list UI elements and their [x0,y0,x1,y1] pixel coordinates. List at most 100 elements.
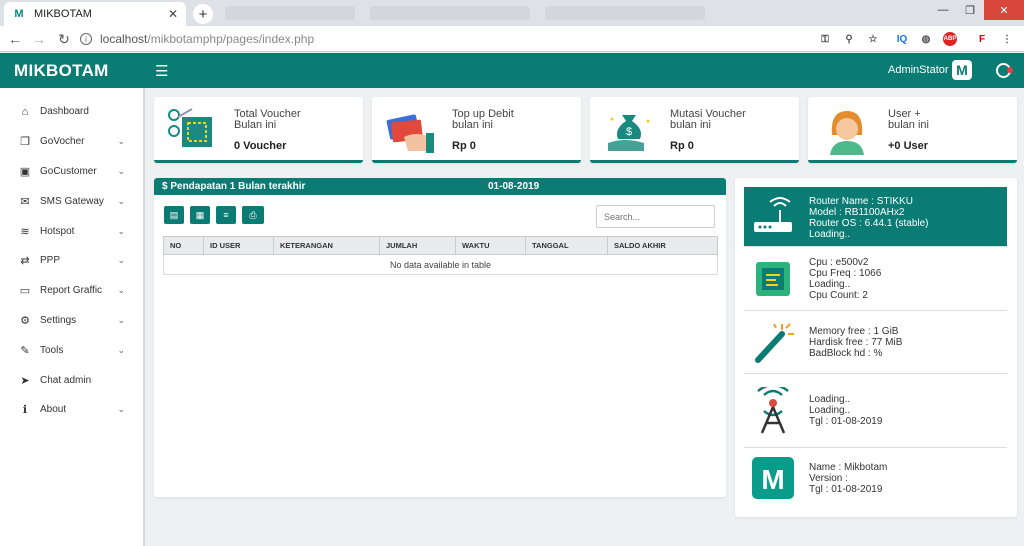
chevron-down-icon[interactable]: ⌄ [117,226,125,237]
card-subtitle: bulan ini [452,119,493,131]
user-avatar-icon [830,111,864,155]
sidebar-item-label: GoVocher [40,136,85,148]
info-icon: ℹ [22,404,28,417]
chevron-down-icon[interactable]: ⌄ [117,345,125,356]
sidebar-item-settings[interactable]: ⚙ Settings ⌄ [0,306,143,336]
router-model: Model : RB1100AHx2 [809,207,905,218]
panel-title: $ Pendapatan 1 Bulan terakhir [162,181,306,192]
iq-extension-icon[interactable]: IQ [895,32,909,46]
card-topup-debit: Top up Debit bulan ini Rp 0 [372,97,581,163]
exchange-icon: ⇄ [20,255,30,268]
sidebar-item-about[interactable]: ℹ About ⌄ [0,395,143,425]
table-row: No data available in table [163,254,718,275]
antenna-icon [757,387,789,434]
gears-icon: ⚙ [20,314,30,327]
url-path: /mikbotamphp/pages/index.php [147,32,315,46]
card-total-voucher: Total Voucher Bulan ini 0 Voucher [154,97,363,163]
sidebar-item-tools[interactable]: ✎ Tools ⌄ [0,335,143,365]
memory-info-item: Memory free : 1 GiB Hardisk free : 77 Mi… [744,312,1007,374]
column-header[interactable]: TANGGAL [525,236,608,255]
address-bar-row: ← → ↻ i localhost/mikbotamphp/pages/inde… [0,26,1024,52]
maximize-icon[interactable]: ❐ [957,0,983,20]
cpu-info-text: Cpu : e500v2 Cpu Freq : 1066 Loading.. C… [809,257,881,301]
chevron-down-icon[interactable]: ⌄ [117,285,125,296]
sidebar-item-dashboard[interactable]: ⌂ Dashboard [0,97,143,127]
wrench-icon: ✎ [20,344,30,357]
browser-tab-background[interactable] [545,6,705,20]
hamburger-menu-icon[interactable]: ☰ [155,62,168,80]
sidebar-item-ppp[interactable]: ⇄ PPP ⌄ [0,246,143,276]
minimize-icon[interactable]: — [930,0,956,20]
column-header[interactable]: ID USER [203,236,274,255]
site-info-icon[interactable]: i [80,33,92,45]
extension-icon[interactable]: F [975,32,989,46]
browser-tab-active[interactable]: M MIKBOTAM ✕ [4,2,186,26]
sidebar-item-chat-admin[interactable]: ➤ Chat admin [0,365,143,395]
disk-free: Hardisk free : 77 MiB [809,337,903,348]
url-field[interactable]: i localhost/mikbotamphp/pages/index.php [80,29,860,49]
network-status-1: Loading.. [809,394,851,405]
reload-icon[interactable]: ↻ [55,30,73,48]
network-info-item: Loading.. Loading.. Tgl : 01-08-2019 [744,375,1007,448]
column-header[interactable]: WAKTU [455,236,526,255]
chevron-down-icon[interactable]: ⌄ [117,136,125,147]
bookmark-star-icon[interactable]: ☆ [866,32,880,46]
cpu-load: Loading.. [809,279,851,290]
tab-close-icon[interactable]: ✕ [168,7,178,21]
adblock-extension-icon[interactable]: ABP [943,32,957,46]
forward-icon[interactable]: → [30,30,48,48]
browser-tab-background[interactable] [225,6,355,20]
card-user-plus: User + bulan ini +0 User [808,97,1017,163]
chevron-down-icon[interactable]: ⌄ [117,166,125,177]
url-host: localhost [100,32,148,46]
column-header[interactable]: JUMLAH [379,236,456,255]
card-value: +0 User [888,140,929,152]
envelope-icon: ✉ [20,195,30,208]
sidebar-item-hotspot[interactable]: ≋ Hotspot ⌄ [0,216,143,246]
user-avatar[interactable]: M [952,60,972,80]
app-version: Version : [809,473,848,484]
menu-kebab-icon[interactable]: ⋮ [1000,32,1014,46]
chevron-down-icon[interactable]: ⌄ [117,315,125,326]
zoom-icon[interactable]: ⚲ [842,32,856,46]
power-icon[interactable] [996,63,1013,78]
excel-export-button[interactable]: ▦ [190,206,210,224]
sidebar-item-govocher[interactable]: ❐ GoVocher ⌄ [0,127,143,157]
pdf-export-button[interactable]: ▤ [164,206,184,224]
cpu-count: Cpu Count: 2 [809,290,868,301]
income-panel-header: $ Pendapatan 1 Bulan terakhir 01-08-2019 [154,178,726,195]
window-close-icon[interactable]: ✕ [984,0,1024,20]
income-table: NO ID USER KETERANGAN JUMLAH WAKTU TANGG… [163,236,718,275]
column-header[interactable]: NO [163,236,204,255]
chevron-down-icon[interactable]: ⌄ [117,196,125,207]
key-icon[interactable]: ⚿ [818,32,832,46]
table-search-input[interactable] [596,205,715,228]
paper-plane-icon: ➤ [20,374,30,387]
brand-logo[interactable]: MIKBOTAM [14,61,109,81]
sidebar-item-label: Hotspot [40,225,75,237]
memory-free: Memory free : 1 GiB [809,326,899,337]
column-header[interactable]: SALDO AKHIR [607,236,718,255]
card-mutasi-voucher: $ Mutasi Voucher bulan ini Rp 0 [590,97,799,163]
sidebar-item-label: About [40,404,67,416]
chevron-down-icon[interactable]: ⌄ [117,255,125,266]
sidebar-item-label: Report Graffic [40,285,103,297]
sidebar-item-report-graffic[interactable]: ▭ Report Graffic ⌄ [0,276,143,306]
back-icon[interactable]: ← [6,30,24,48]
sidebar-item-sms-gateway[interactable]: ✉ SMS Gateway ⌄ [0,186,143,216]
browser-tab-background[interactable] [370,6,530,20]
sidebar-item-gocustomer[interactable]: ▣ GoCustomer ⌄ [0,157,143,187]
column-header[interactable]: KETERANGAN [273,236,380,255]
new-tab-button[interactable]: + [193,4,213,24]
print-button[interactable]: ⎙ [242,206,264,224]
card-subtitle: bulan ini [888,119,929,131]
user-name[interactable]: AdminStator [888,64,949,76]
app-name: Name : Mikbotam [809,462,888,473]
database-export-button[interactable]: ≡ [216,206,236,224]
chevron-down-icon[interactable]: ⌄ [117,404,125,415]
sidebar-item-label: Settings [40,314,77,326]
router-info-text: Router Name : STIKKU Model : RB1100AHx2 … [809,196,929,240]
globe-extension-icon[interactable]: ◍ [919,32,933,46]
svg-text:M: M [761,464,784,495]
app-info-item: M Name : Mikbotam Version : Tgl : 01-08-… [744,449,1007,508]
